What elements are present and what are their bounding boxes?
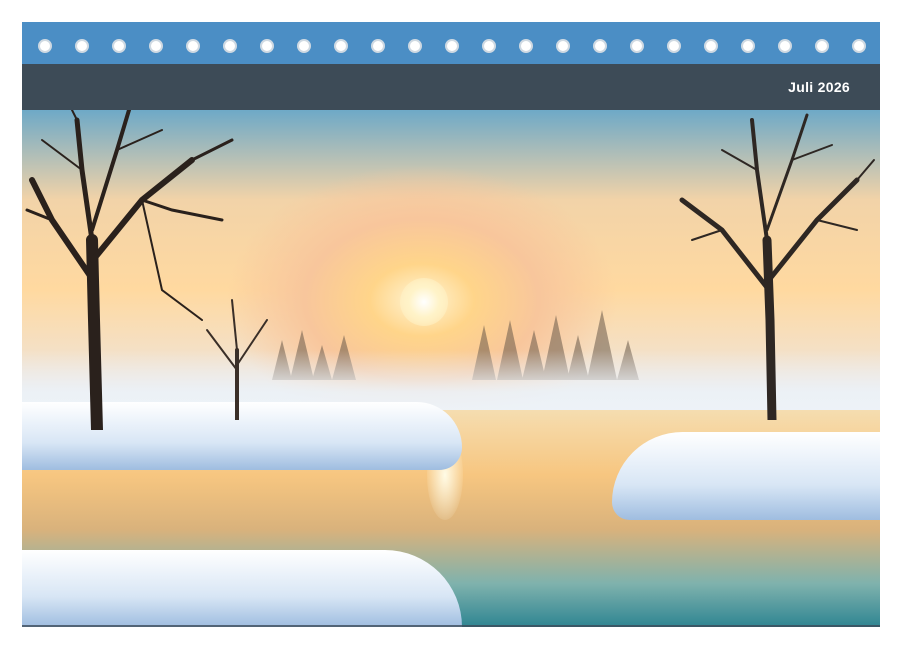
binding-hole	[334, 39, 348, 53]
spiral-binding	[22, 22, 880, 64]
binding-hole	[112, 39, 126, 53]
binding-hole	[297, 39, 311, 53]
binding-hole	[519, 39, 533, 53]
snow-bank-bottom	[22, 550, 462, 627]
calendar-page: Juli 2026	[22, 22, 880, 627]
binding-hole	[445, 39, 459, 53]
binding-hole	[815, 39, 829, 53]
calendar-day-strip: Mi1Do2Fr3Sa4So5Mo6Di7Mi8Do9Fr10Sa11So12M…	[22, 625, 880, 627]
binding-hole	[630, 39, 644, 53]
month-title: Juli 2026	[788, 79, 850, 95]
binding-hole	[186, 39, 200, 53]
binding-hole	[741, 39, 755, 53]
binding-hole	[704, 39, 718, 53]
title-bar: Juli 2026	[22, 64, 880, 110]
binding-hole	[593, 39, 607, 53]
binding-hole	[260, 39, 274, 53]
binding-hole	[149, 39, 163, 53]
binding-hole	[408, 39, 422, 53]
binding-hole	[482, 39, 496, 53]
binding-hole	[778, 39, 792, 53]
winter-landscape-photo: Mi1Do2Fr3Sa4So5Mo6Di7Mi8Do9Fr10Sa11So12M…	[22, 110, 880, 627]
binding-hole	[371, 39, 385, 53]
binding-hole	[556, 39, 570, 53]
binding-hole	[223, 39, 237, 53]
bare-tree-right	[679, 113, 875, 420]
bare-tree-small	[206, 299, 268, 420]
binding-hole	[75, 39, 89, 53]
binding-hole	[38, 39, 52, 53]
binding-hole	[667, 39, 681, 53]
snow-bank-right	[612, 432, 880, 520]
binding-hole	[852, 39, 866, 53]
